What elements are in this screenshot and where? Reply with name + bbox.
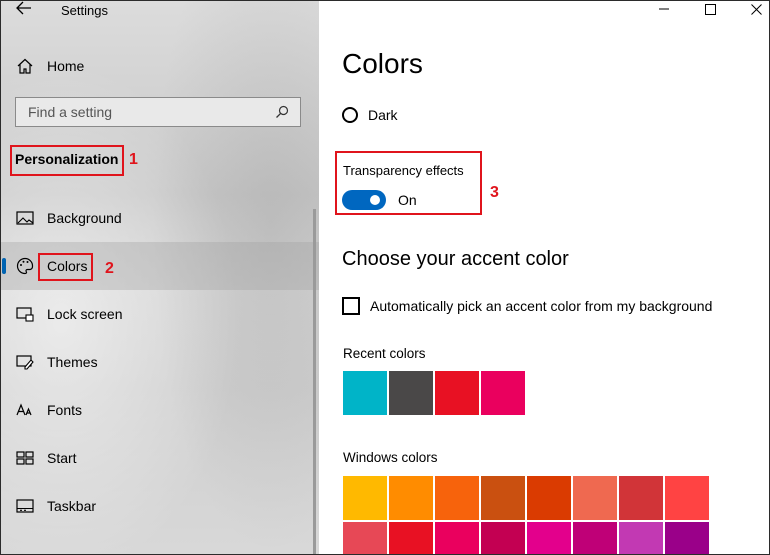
annotation-number-2: 2	[105, 260, 114, 277]
app-title: Settings	[61, 3, 108, 18]
color-swatch[interactable]	[665, 476, 709, 520]
sidebar-item-label: Lock screen	[47, 306, 123, 322]
sidebar-item-start[interactable]: Start	[1, 434, 319, 482]
sidebar-item-label: Background	[47, 210, 122, 226]
windows-colors-label: Windows colors	[343, 450, 438, 465]
main-content: Colors Dark Transparency effects On 3 Ch…	[319, 1, 769, 554]
sidebar-item-label: Fonts	[47, 402, 83, 418]
sidebar-item-fonts[interactable]: Fonts	[1, 386, 319, 434]
sidebar-item-background[interactable]: Background	[1, 194, 319, 242]
sidebar-scrollbar[interactable]	[313, 209, 316, 554]
sidebar-item-home[interactable]: Home	[1, 42, 319, 90]
maximize-button[interactable]	[687, 1, 733, 19]
arrow-left-icon	[16, 1, 31, 15]
minimize-icon	[659, 8, 669, 10]
sidebar-item-label: Home	[47, 58, 85, 74]
auto-accent-option[interactable]: Automatically pick an accent color from …	[342, 297, 712, 315]
search-icon	[270, 105, 294, 119]
sidebar: Settings Home Personalization 1 Backgrou…	[1, 1, 319, 554]
image-icon	[15, 208, 35, 228]
page-title: Colors	[342, 48, 423, 79]
recent-colors-row	[343, 371, 525, 415]
settings-window: Settings Home Personalization 1 Backgrou…	[0, 0, 770, 555]
search-field[interactable]	[15, 97, 301, 127]
color-swatch[interactable]	[619, 522, 663, 554]
auto-accent-checkbox[interactable]	[342, 297, 360, 315]
color-swatch[interactable]	[619, 476, 663, 520]
color-swatch[interactable]	[389, 476, 433, 520]
color-swatch[interactable]	[435, 371, 479, 415]
sidebar-item-label: Taskbar	[47, 498, 97, 514]
color-swatch[interactable]	[481, 371, 525, 415]
sidebar-item-taskbar[interactable]: Taskbar	[1, 482, 319, 530]
color-swatch[interactable]	[573, 476, 617, 520]
color-swatch[interactable]	[343, 522, 387, 554]
annotation-box-3	[335, 151, 482, 215]
taskbar-icon	[15, 496, 35, 516]
color-swatch[interactable]	[665, 522, 709, 554]
color-swatch[interactable]	[435, 476, 479, 520]
auto-accent-label: Automatically pick an accent color from …	[370, 298, 713, 314]
themes-icon	[15, 352, 35, 372]
dark-mode-option[interactable]: Dark	[342, 107, 398, 123]
sidebar-item-lock-screen[interactable]: Lock screen	[1, 290, 319, 338]
recent-colors-label: Recent colors	[343, 346, 426, 361]
back-button[interactable]	[9, 1, 39, 19]
maximize-icon	[704, 3, 716, 15]
annotation-number-1: 1	[129, 151, 138, 168]
sidebar-item-themes[interactable]: Themes	[1, 338, 319, 386]
dark-label: Dark	[368, 107, 398, 123]
accent-section-title: Choose your accent color	[342, 248, 569, 270]
search-input[interactable]	[26, 103, 270, 121]
close-icon	[750, 3, 762, 15]
sidebar-item-label: Themes	[47, 354, 98, 370]
color-swatch[interactable]	[389, 371, 433, 415]
color-swatch[interactable]	[527, 476, 571, 520]
fonts-icon	[15, 400, 35, 420]
color-swatch[interactable]	[527, 522, 571, 554]
annotation-box-1	[10, 145, 124, 176]
palette-icon	[15, 256, 35, 276]
home-icon	[15, 56, 35, 76]
start-icon	[15, 448, 35, 468]
annotation-number-3: 3	[490, 184, 499, 201]
dark-radio[interactable]	[342, 107, 358, 123]
color-swatch[interactable]	[389, 522, 433, 554]
color-swatch[interactable]	[573, 522, 617, 554]
color-swatch[interactable]	[435, 522, 479, 554]
color-swatch[interactable]	[343, 371, 387, 415]
sidebar-item-label: Start	[47, 450, 77, 466]
color-swatch[interactable]	[481, 522, 525, 554]
selection-indicator	[2, 258, 6, 274]
windows-colors-row	[343, 522, 709, 554]
windows-colors-row	[343, 476, 709, 520]
annotation-box-2	[38, 253, 93, 281]
lock-screen-icon	[15, 304, 35, 324]
color-swatch[interactable]	[343, 476, 387, 520]
minimize-button[interactable]	[641, 1, 687, 19]
close-button[interactable]	[733, 1, 769, 19]
color-swatch[interactable]	[481, 476, 525, 520]
